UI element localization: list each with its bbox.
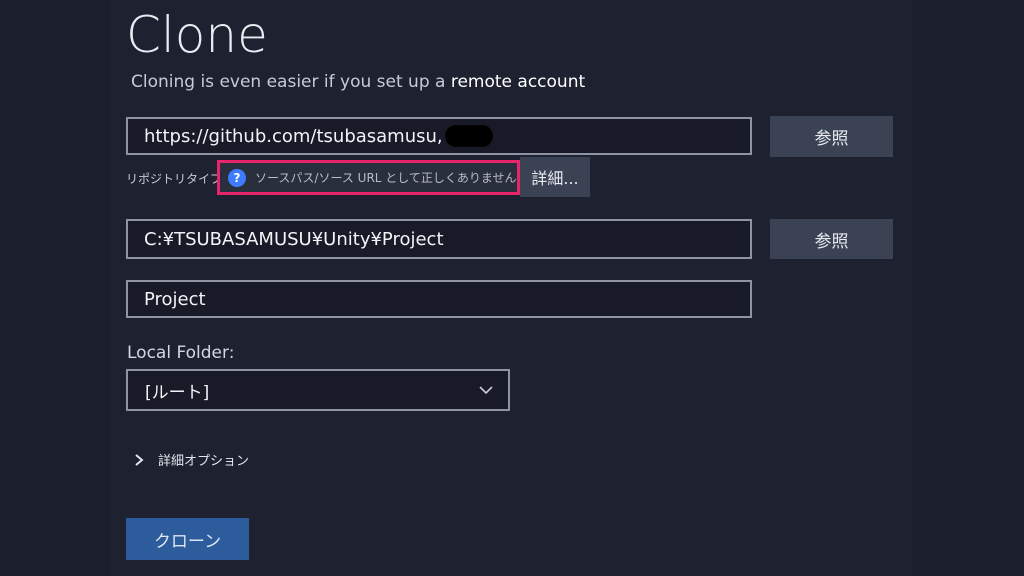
local-folder-selected: [ルート] — [145, 382, 210, 403]
details-button[interactable]: 詳細... — [520, 157, 590, 197]
destination-browse-button[interactable]: 参照 — [770, 219, 893, 259]
right-margin — [912, 0, 1024, 576]
validation-message-text: ソースパス/ソース URL として正しくありません — [255, 171, 517, 185]
validation-message: ? ソースパス/ソース URL として正しくありません — [217, 160, 520, 195]
page-title: Clone — [126, 6, 268, 64]
repository-name-input[interactable]: Project — [126, 280, 752, 318]
subtitle-text: Cloning is even easier if you set up a — [131, 72, 451, 92]
destination-path-value: C:¥TSUBASAMUSU¥Unity¥Project — [144, 228, 444, 250]
source-browse-button[interactable]: 参照 — [770, 116, 893, 157]
local-folder-select[interactable]: [ルート] — [126, 369, 510, 411]
advanced-options-toggle[interactable]: 詳細オプション — [132, 450, 249, 469]
remote-account-link[interactable]: remote account — [451, 72, 585, 92]
destination-path-input[interactable]: C:¥TSUBASAMUSU¥Unity¥Project — [126, 219, 752, 259]
clone-button[interactable]: クローン — [126, 518, 249, 560]
left-margin — [0, 0, 110, 576]
chevron-down-icon — [479, 386, 493, 395]
question-icon: ? — [228, 168, 246, 187]
redacted-block — [444, 125, 493, 147]
repository-name-value: Project — [144, 288, 206, 310]
advanced-options-label: 詳細オプション — [158, 454, 250, 469]
local-folder-label: Local Folder: — [127, 343, 235, 363]
repo-type-label: リポジトリタイプ — [126, 172, 223, 186]
chevron-right-icon — [135, 453, 144, 466]
page-subtitle: Cloning is even easier if you set up a r… — [131, 72, 585, 92]
source-url-input[interactable]: https://github.com/tsubasamusu, — [126, 117, 752, 155]
source-url-value: https://github.com/tsubasamusu, — [144, 125, 443, 147]
